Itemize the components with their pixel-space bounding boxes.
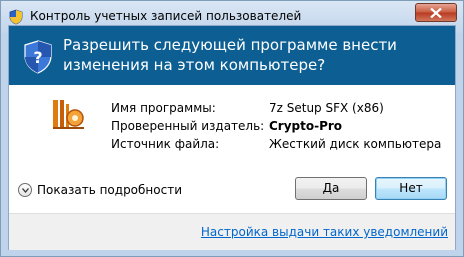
- window-title: Контроль учетных записей пользователей: [30, 9, 302, 23]
- show-details-label: Показать подробности: [37, 183, 182, 197]
- dialog-content: ? Разрешить следующей программе внести и…: [8, 25, 456, 250]
- warning-banner: ? Разрешить следующей программе внести и…: [9, 26, 455, 85]
- dialog-footer: Настройка выдачи таких уведомлений: [9, 213, 455, 250]
- no-button[interactable]: Нет: [375, 177, 447, 200]
- program-icon: [53, 100, 84, 129]
- uac-shield-icon: ?: [24, 40, 52, 74]
- close-icon: [430, 8, 442, 18]
- publisher-label: Проверенный издатель:: [111, 119, 265, 133]
- show-details-toggle[interactable]: Показать подробности: [18, 181, 182, 201]
- uac-dialog: Контроль учетных записей пользователей ?…: [0, 0, 464, 257]
- yes-button[interactable]: Да: [295, 177, 367, 200]
- file-source-value: Жесткий диск компьютера: [269, 137, 442, 151]
- program-name-value: 7z Setup SFX (x86): [269, 101, 384, 115]
- publisher-value: Crypto-Pro: [269, 119, 343, 133]
- notification-settings-link[interactable]: Настройка выдачи таких уведомлений: [201, 225, 448, 239]
- file-source-label: Источник файла:: [111, 137, 220, 151]
- program-name-label: Имя программы:: [111, 101, 216, 115]
- svg-text:?: ?: [33, 48, 42, 67]
- close-button[interactable]: [415, 3, 457, 22]
- uac-shield-icon: [9, 9, 23, 25]
- chevron-down-icon: [18, 183, 32, 197]
- dialog-heading: Разрешить следующей программе внести изм…: [63, 36, 397, 74]
